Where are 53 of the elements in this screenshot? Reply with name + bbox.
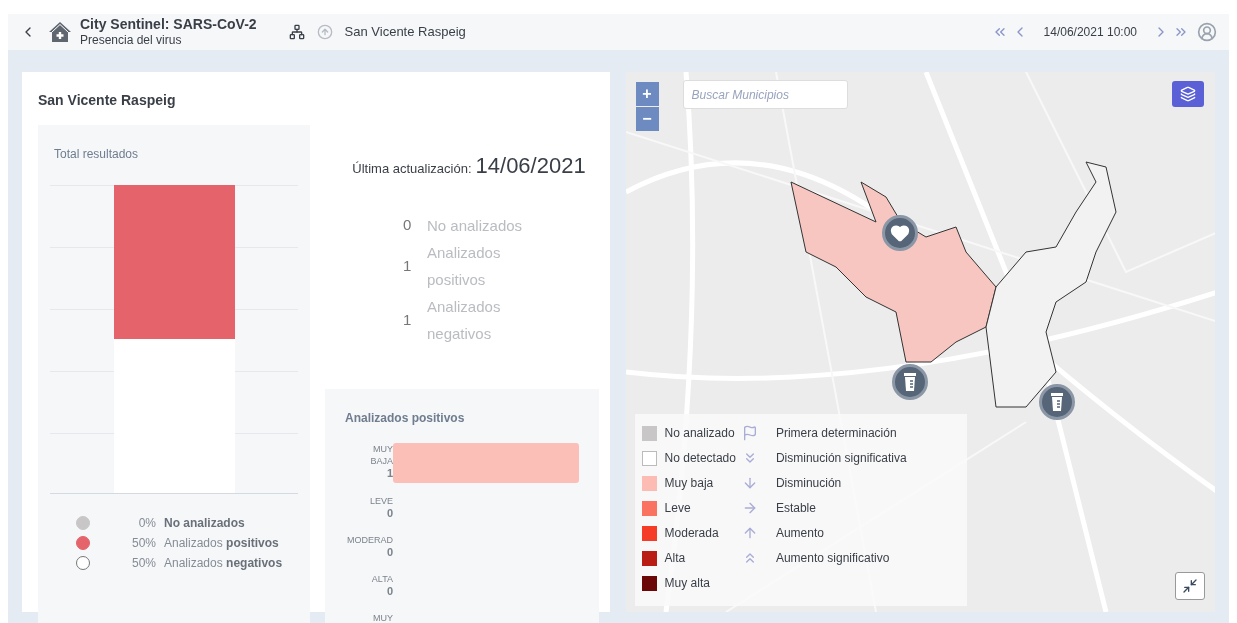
level-label: Muy baja	[664, 475, 714, 492]
level-label: Alta	[664, 550, 686, 567]
count-value: 1	[403, 255, 413, 276]
layers-icon	[1180, 86, 1196, 102]
count-label: No analizados	[427, 216, 524, 236]
value-label: 0	[386, 546, 393, 558]
hierarchy-icon[interactable]	[288, 24, 305, 40]
legend-label: No analizados	[164, 515, 245, 532]
panel-title: Analizados positivos	[345, 410, 466, 427]
house-plus-icon	[48, 20, 72, 44]
level-label: Moderada	[664, 525, 719, 542]
app-subtitle: Presencia del virus	[80, 33, 183, 49]
zoom-out-button[interactable]: −	[635, 107, 659, 131]
trend-label: Disminución	[775, 475, 842, 492]
level-label: Muy alta	[664, 575, 710, 592]
trend-label: Primera determinación	[775, 425, 897, 442]
legend-label: Analizados negativos	[164, 555, 283, 572]
fullscreen-button[interactable]	[1175, 572, 1205, 600]
app-title: City Sentinel: SARS-CoV-2	[80, 15, 257, 34]
category-label: ALTA	[371, 573, 393, 585]
trend-label: Aumento	[775, 525, 824, 542]
count-value: 0	[403, 215, 413, 236]
trend-label: Disminución significativa	[775, 450, 907, 467]
zoom-in-button[interactable]: +	[635, 82, 659, 106]
update-date: 14/06/2021	[475, 152, 586, 180]
date-label: 14/06/2021 10:00	[1043, 24, 1137, 41]
category-label: MUY BAJA	[370, 443, 393, 467]
layers-button[interactable]	[1172, 81, 1204, 107]
value-label: 0	[386, 585, 393, 597]
count-label: Analizados positivos	[427, 243, 502, 290]
level-label: No detectado	[664, 450, 736, 467]
level-label: No analizado	[664, 425, 735, 442]
collapse-icon	[1182, 578, 1198, 594]
trend-label: Estable	[775, 500, 816, 517]
update-label: Última actualización:	[352, 160, 472, 178]
location-label: San Vicente Raspeig	[344, 23, 466, 42]
count-value: 1	[403, 309, 413, 330]
count-label: Analizados negativos	[427, 297, 502, 344]
level-label: Leve	[664, 500, 691, 517]
municipality-search-field[interactable]: Buscar Municipios	[682, 80, 848, 109]
flag-icon	[741, 425, 758, 441]
value-label: 0	[386, 507, 393, 519]
category-label: LEVE	[370, 495, 393, 507]
legend-percent: 0%	[137, 515, 156, 532]
trend-label: Aumento significativo	[775, 550, 890, 567]
value-label: 1	[386, 467, 393, 479]
category-label: MODERAD	[347, 534, 393, 546]
card-title: San Vicente Raspeig	[38, 91, 177, 110]
legend-percent: 50%	[130, 535, 156, 552]
legend-label: Analizados positivos	[164, 535, 279, 552]
panel-title: Total resultados	[54, 146, 140, 163]
legend-percent: 50%	[130, 555, 156, 572]
category-label: MUY	[373, 612, 393, 623]
